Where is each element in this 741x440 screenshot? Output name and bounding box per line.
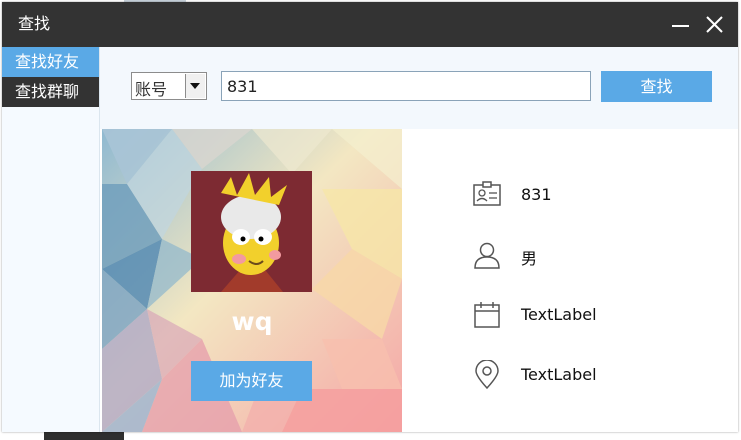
find-window: 查找 查找好友 查找群聊 账号 查找 (2, 2, 738, 432)
location-value: TextLabel (521, 365, 597, 384)
birthday-value: TextLabel (521, 305, 597, 324)
avatar-image (191, 171, 312, 292)
sidebar-item-find-group[interactable]: 查找群聊 (2, 77, 99, 107)
gender-value: 男 (521, 249, 538, 268)
calendar-icon (474, 302, 500, 328)
dropdown-arrow-icon[interactable] (185, 74, 205, 98)
title-bar[interactable]: 查找 (2, 2, 738, 47)
profile-card: wq 加为好友 (102, 129, 402, 432)
person-icon (474, 242, 500, 269)
search-type-value: 账号 (135, 80, 168, 99)
search-type-select[interactable]: 账号 (131, 72, 207, 100)
profile-username: wq (231, 307, 273, 336)
minimize-icon (672, 25, 689, 27)
window-title: 查找 (18, 14, 51, 33)
account-value: 831 (521, 185, 552, 204)
search-button[interactable]: 查找 (601, 71, 712, 102)
search-input[interactable] (221, 71, 591, 101)
minimize-button[interactable] (666, 10, 696, 40)
id-card-icon (473, 181, 501, 206)
avatar (191, 171, 312, 292)
close-button[interactable] (700, 10, 730, 40)
close-icon (706, 16, 723, 33)
sidebar: 查找好友 查找群聊 (2, 47, 100, 432)
background-taskbar-edge (44, 432, 124, 440)
location-pin-icon (475, 360, 499, 390)
add-friend-button[interactable]: 加为好友 (191, 361, 312, 401)
sidebar-item-find-friend[interactable]: 查找好友 (2, 47, 99, 77)
dropdown-arrow-shape (190, 83, 200, 89)
search-bar: 账号 查找 (100, 47, 738, 129)
